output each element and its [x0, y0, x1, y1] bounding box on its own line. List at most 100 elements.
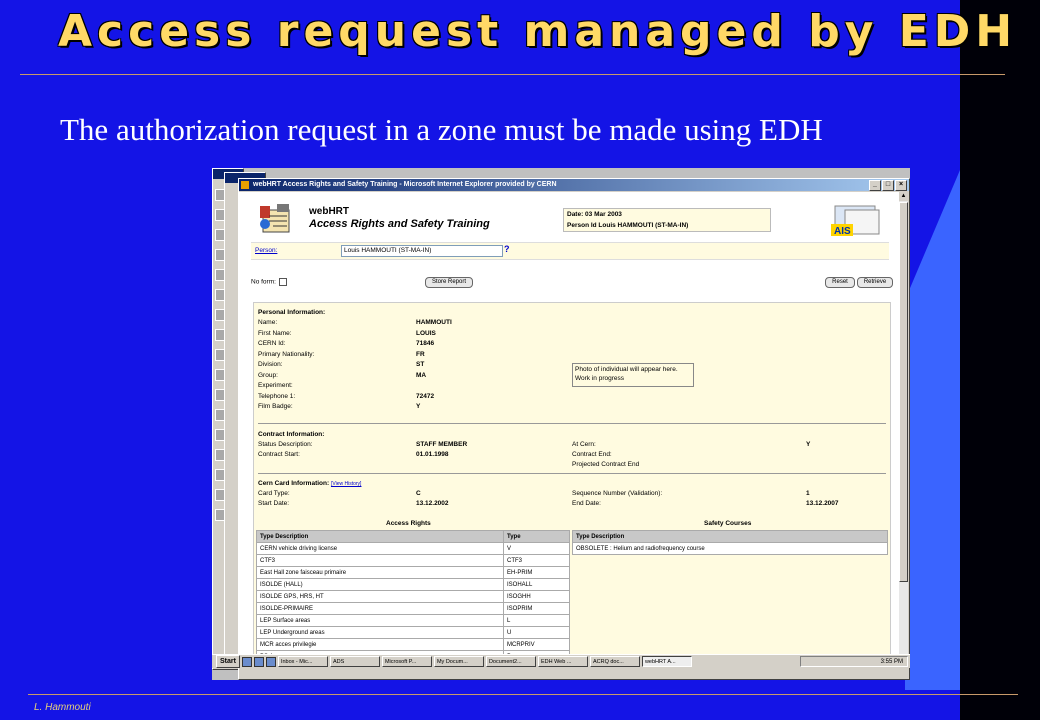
taskbar-task-button[interactable]: My Docum...: [433, 656, 484, 667]
quicklaunch-ie-icon[interactable]: [241, 656, 252, 667]
seq-label: Sequence Number (Validation):: [572, 490, 663, 497]
page-content: webHRT Access Rights and Safety Training…: [239, 192, 899, 663]
minimize-button[interactable]: _: [869, 180, 881, 191]
table-row[interactable]: CTF3 CTF3: [256, 554, 570, 567]
table-row[interactable]: ISOLDE-PRIMAIRE ISOPRIM: [256, 602, 570, 615]
close-button[interactable]: ×: [895, 180, 907, 191]
person-input[interactable]: Louis HAMMOUTI (ST-MA-IN): [341, 245, 503, 257]
date-box: Date: 03 Mar 2003 Person Id Louis HAMMOU…: [563, 208, 771, 232]
safety-course-cell: OBSOLETE : Helium and radiofrequency cou…: [572, 542, 888, 555]
taskbar-task-button[interactable]: ACRQ doc...: [589, 656, 640, 667]
view-history-link[interactable]: [View History]: [331, 481, 361, 487]
taskbar-task-button[interactable]: EDH Web ...: [537, 656, 588, 667]
access-desc-cell: ISOLDE GPS, HRS, HT: [256, 590, 504, 603]
taskbar-task-button[interactable]: ADS: [329, 656, 380, 667]
personal-value: ST: [416, 361, 425, 368]
access-type-cell: ISOGHH: [503, 590, 570, 603]
personal-label: Group:: [258, 371, 278, 379]
table-row[interactable]: LEP Underground areas U: [256, 626, 570, 639]
info-panel: Personal Information: Name: HAMMOUTI First…: [253, 302, 891, 663]
quicklaunch-outlook-icon[interactable]: [253, 656, 264, 667]
personal-value: 72472: [416, 392, 435, 400]
photo-line-2: Work in progress: [575, 375, 625, 382]
taskbar-task-button[interactable]: Document2...: [485, 656, 536, 667]
maximize-button[interactable]: □: [882, 180, 894, 191]
person-row: Person: Louis HAMMOUTI (ST-MA-IN) ?: [251, 242, 889, 260]
vertical-scrollbar[interactable]: ▲ ▼: [899, 192, 908, 663]
personal-label: Film Badge:: [258, 403, 293, 410]
access-desc-cell: LEP Surface areas: [256, 614, 504, 627]
table-row[interactable]: ISOLDE GPS, HRS, HT ISOGHH: [256, 590, 570, 603]
contract-end-label: Contract End:: [572, 451, 612, 458]
taskbar-task-button[interactable]: Microsoft P...: [381, 656, 432, 667]
access-desc-cell: CERN vehicle driving license: [256, 542, 504, 555]
access-rights-title: Access Rights: [386, 520, 431, 527]
system-tray: 3:55 PM: [800, 656, 908, 667]
table-row[interactable]: MCR acces privilegie MCRPRIV: [256, 638, 570, 651]
access-desc-cell: LEP Underground areas: [256, 626, 504, 639]
access-col-desc: Type Description: [256, 530, 504, 543]
person-link[interactable]: Person:: [255, 247, 277, 254]
title-divider: [20, 74, 1005, 75]
help-icon[interactable]: ?: [504, 244, 510, 254]
app-subtitle: Access Rights and Safety Training: [309, 218, 490, 230]
slide-subtitle: The authorization request in a zone must…: [60, 112, 823, 147]
safety-courses-table: Type Description OBSOLETE : Helium and r…: [572, 530, 888, 555]
seq-value: 1: [806, 490, 810, 497]
footer-author: L. Hammouti: [34, 702, 91, 713]
clock: 3:55 PM: [880, 659, 903, 665]
table-row[interactable]: LEP Surface areas L: [256, 614, 570, 627]
store-report-button[interactable]: Store Report: [425, 277, 473, 288]
no-form-label: No form:: [251, 278, 276, 286]
personal-value: Y: [416, 403, 421, 410]
retrieve-button[interactable]: Retrieve: [857, 277, 893, 288]
browser-title: webHRT Access Rights and Safety Training…: [253, 181, 557, 188]
contract-start-label: Contract Start:: [258, 451, 300, 458]
person-id-line: Person Id Louis HAMMOUTI (ST-MA-IN): [567, 222, 689, 229]
browser-titlebar[interactable]: webHRT Access Rights and Safety Training…: [239, 179, 909, 191]
card-type-value: C: [416, 490, 421, 497]
taskbar-task-button[interactable]: Inbox - Mic...: [277, 656, 328, 667]
start-button[interactable]: Start: [216, 655, 240, 668]
access-type-cell: V: [503, 542, 570, 555]
date-line: Date: 03 Mar 2003: [567, 211, 622, 218]
personal-label: CERN Id:: [258, 340, 286, 347]
scroll-up-icon[interactable]: ▲: [899, 192, 908, 201]
personal-value: LOUIS: [416, 329, 436, 337]
contract-start-value: 01.01.1998: [416, 451, 449, 458]
access-type-cell: ISOHALL: [503, 578, 570, 591]
personal-label: Experiment:: [258, 382, 293, 389]
card-heading: Cern Card Information: [View History]: [258, 480, 361, 487]
access-type-cell: EH-PRIM: [503, 566, 570, 579]
access-desc-cell: MCR acces privilegie: [256, 638, 504, 651]
table-row[interactable]: ISOLDE (HALL) ISOHALL: [256, 578, 570, 591]
card-start-label: Start Date:: [258, 500, 290, 507]
access-desc-cell: CTF3: [256, 554, 504, 567]
personal-label: Telephone 1:: [258, 392, 296, 400]
quicklaunch-desktop-icon[interactable]: [265, 656, 276, 667]
card-end-label: End Date:: [572, 500, 601, 507]
divider: [258, 423, 886, 424]
at-cern-value: Y: [806, 441, 811, 448]
reset-button[interactable]: Reset: [825, 277, 855, 288]
card-type-label: Card Type:: [258, 490, 290, 497]
no-form-row: No form:: [251, 278, 287, 286]
divider: [258, 473, 886, 474]
contract-heading: Contract Information:: [258, 431, 325, 438]
table-row[interactable]: CERN vehicle driving license V: [256, 542, 570, 555]
projected-end-label: Projected Contract End: [572, 461, 640, 468]
ie-icon: [241, 181, 249, 189]
card-start-value: 13.12.2002: [416, 500, 449, 507]
scroll-thumb[interactable]: [899, 202, 908, 582]
card-end-value: 13.12.2007: [806, 500, 839, 507]
table-row[interactable]: East Hall zone faisceau primaire EH-PRIM: [256, 566, 570, 579]
table-row[interactable]: OBSOLETE : Helium and radiofrequency cou…: [572, 542, 888, 555]
app-name: webHRT: [309, 206, 349, 217]
taskbar-task-button[interactable]: webHRT A...: [641, 656, 692, 667]
photo-line-1: Photo of individual will appear here.: [575, 366, 678, 373]
no-form-checkbox[interactable]: [278, 278, 287, 286]
personal-label: Division:: [258, 361, 283, 368]
screenshot: webHRT Access Rights and Safety Training…: [212, 168, 910, 680]
webhrt-logo-icon: [260, 204, 290, 233]
ais-logo-icon: AIS: [831, 205, 880, 237]
